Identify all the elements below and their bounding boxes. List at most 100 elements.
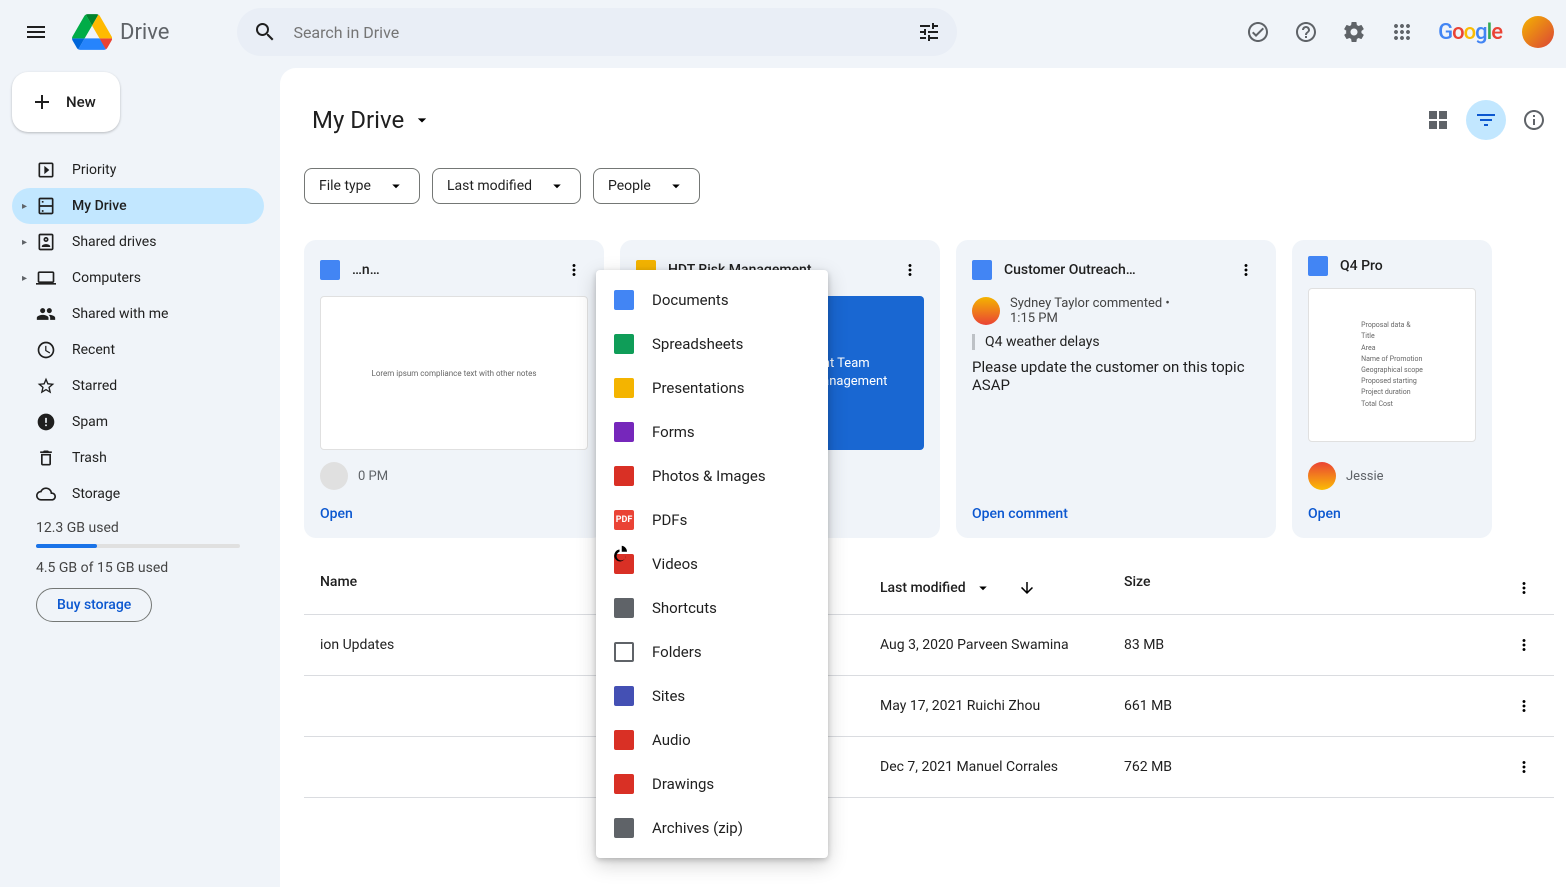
open-comment-button[interactable]: Open comment xyxy=(972,506,1260,522)
grid-view-icon xyxy=(1426,108,1450,132)
search-options-button[interactable] xyxy=(909,12,949,52)
main-content: My Drive File type Last modified People … xyxy=(280,68,1566,887)
row-more-button[interactable] xyxy=(1510,692,1538,720)
file-type-option[interactable]: Audio xyxy=(596,718,828,762)
plus-icon xyxy=(30,90,54,114)
drive-logo-group[interactable]: Drive xyxy=(72,12,169,52)
apps-button[interactable] xyxy=(1382,12,1422,52)
buy-storage-button[interactable]: Buy storage xyxy=(36,588,152,622)
suggested-card[interactable]: …n… Lorem ipsum compliance text with oth… xyxy=(304,240,604,538)
filter-icon xyxy=(1474,108,1498,132)
chip-last-modified[interactable]: Last modified xyxy=(432,168,581,204)
expand-icon[interactable]: ▸ xyxy=(22,237,27,248)
support-button[interactable] xyxy=(1286,12,1326,52)
nav-storage[interactable]: Storage xyxy=(12,476,264,512)
nav-recent[interactable]: Recent xyxy=(12,332,264,368)
avatar xyxy=(320,462,348,490)
card-more-button[interactable] xyxy=(560,256,588,284)
layout-toggle-button[interactable] xyxy=(1418,100,1458,140)
expand-icon[interactable]: ▸ xyxy=(22,201,27,212)
layout: New Priority ▸ My Drive ▸ Shared drives … xyxy=(0,64,1566,887)
col-modified[interactable]: Last modified xyxy=(880,574,1124,602)
file-type-icon xyxy=(614,290,634,310)
nav-my-drive[interactable]: ▸ My Drive xyxy=(12,188,264,224)
storage-used-text: 12.3 GB used xyxy=(36,520,240,536)
file-type-option[interactable]: Photos & Images xyxy=(596,454,828,498)
file-type-option[interactable]: Spreadsheets xyxy=(596,322,828,366)
file-type-dropdown: DocumentsSpreadsheetsPresentationsFormsP… xyxy=(596,270,828,858)
open-button[interactable]: Open xyxy=(1308,506,1476,522)
docs-icon xyxy=(320,260,340,280)
expand-icon[interactable]: ▸ xyxy=(22,273,27,284)
nav-priority[interactable]: Priority xyxy=(12,152,264,188)
nav-trash[interactable]: Trash xyxy=(12,440,264,476)
table-row[interactable]: ion Updates me Aug 3, 2020 Parveen Swami… xyxy=(304,615,1554,676)
settings-button[interactable] xyxy=(1334,12,1374,52)
table-more-button[interactable] xyxy=(1510,574,1538,602)
file-type-label: Folders xyxy=(652,643,702,661)
row-more-button[interactable] xyxy=(1510,631,1538,659)
hamburger-icon xyxy=(24,20,48,44)
help-icon xyxy=(1294,20,1318,44)
top-right-icons: Google xyxy=(1238,12,1554,52)
file-type-icon xyxy=(614,334,634,354)
storage-block: 12.3 GB used 4.5 GB of 15 GB used Buy st… xyxy=(12,512,264,630)
suggested-card[interactable]: Q4 Pro Proposal data &TitleAreaName of P… xyxy=(1292,240,1492,538)
file-type-option[interactable]: Presentations xyxy=(596,366,828,410)
chip-people[interactable]: People xyxy=(593,168,700,204)
breadcrumb-my-drive[interactable]: My Drive xyxy=(304,102,440,138)
main-menu-button[interactable] xyxy=(12,8,60,56)
docs-icon xyxy=(1308,256,1328,276)
info-button[interactable] xyxy=(1514,100,1554,140)
comment-quote: Q4 weather delays xyxy=(972,334,1260,350)
file-type-option[interactable]: Archives (zip) xyxy=(596,806,828,850)
file-type-option[interactable]: Documents xyxy=(596,278,828,322)
table-row[interactable]: me Dec 7, 2021 Manuel Corrales 762 MB xyxy=(304,737,1554,798)
new-button[interactable]: New xyxy=(12,72,120,132)
card-more-button[interactable] xyxy=(896,256,924,284)
col-size[interactable]: Size xyxy=(1124,574,1510,602)
nav-starred[interactable]: Starred xyxy=(12,368,264,404)
file-type-option[interactable]: Videos xyxy=(596,542,828,586)
more-vert-icon xyxy=(565,261,583,279)
suggested-cards-row: …n… Lorem ipsum compliance text with oth… xyxy=(304,240,1554,538)
nav-shared-drives[interactable]: ▸ Shared drives xyxy=(12,224,264,260)
cell-size: 762 MB xyxy=(1124,759,1510,775)
nav-spam[interactable]: Spam xyxy=(12,404,264,440)
card-more-button[interactable] xyxy=(1232,256,1260,284)
file-type-option[interactable]: Sites xyxy=(596,674,828,718)
open-button[interactable]: Open xyxy=(320,506,588,522)
nav-shared-with-me[interactable]: Shared with me xyxy=(12,296,264,332)
table-row[interactable]: me May 17, 2021 Ruichi Zhou 661 MB xyxy=(304,676,1554,737)
file-type-option[interactable]: Shortcuts xyxy=(596,586,828,630)
ready-offline-button[interactable] xyxy=(1238,12,1278,52)
card-title: Customer Outreach… xyxy=(1004,262,1220,278)
nav-label: Shared with me xyxy=(72,306,168,322)
account-avatar[interactable] xyxy=(1522,16,1554,48)
chevron-down-icon xyxy=(387,177,405,195)
more-vert-icon xyxy=(1515,758,1533,776)
search-button[interactable] xyxy=(245,12,285,52)
file-type-option[interactable]: PDFPDFs xyxy=(596,498,828,542)
docs-icon xyxy=(972,260,992,280)
spam-icon xyxy=(36,412,56,432)
file-type-option[interactable]: Drawings xyxy=(596,762,828,806)
google-logo[interactable]: Google xyxy=(1438,20,1502,45)
info-icon xyxy=(1522,108,1546,132)
more-vert-icon xyxy=(1515,579,1533,597)
search-container xyxy=(237,8,957,56)
nav-label: Shared drives xyxy=(72,234,156,250)
file-type-option[interactable]: Folders xyxy=(596,630,828,674)
filter-button[interactable] xyxy=(1466,100,1506,140)
nav-computers[interactable]: ▸ Computers xyxy=(12,260,264,296)
row-more-button[interactable] xyxy=(1510,753,1538,781)
file-type-icon xyxy=(614,774,634,794)
search-box[interactable] xyxy=(237,8,957,56)
suggested-card[interactable]: Customer Outreach… Sydney Taylor comment… xyxy=(956,240,1276,538)
gear-icon xyxy=(1342,20,1366,44)
nav-label: Trash xyxy=(72,450,107,466)
file-type-option[interactable]: Forms xyxy=(596,410,828,454)
file-type-icon xyxy=(614,422,634,442)
chip-file-type[interactable]: File type xyxy=(304,168,420,204)
search-input[interactable] xyxy=(285,23,909,42)
